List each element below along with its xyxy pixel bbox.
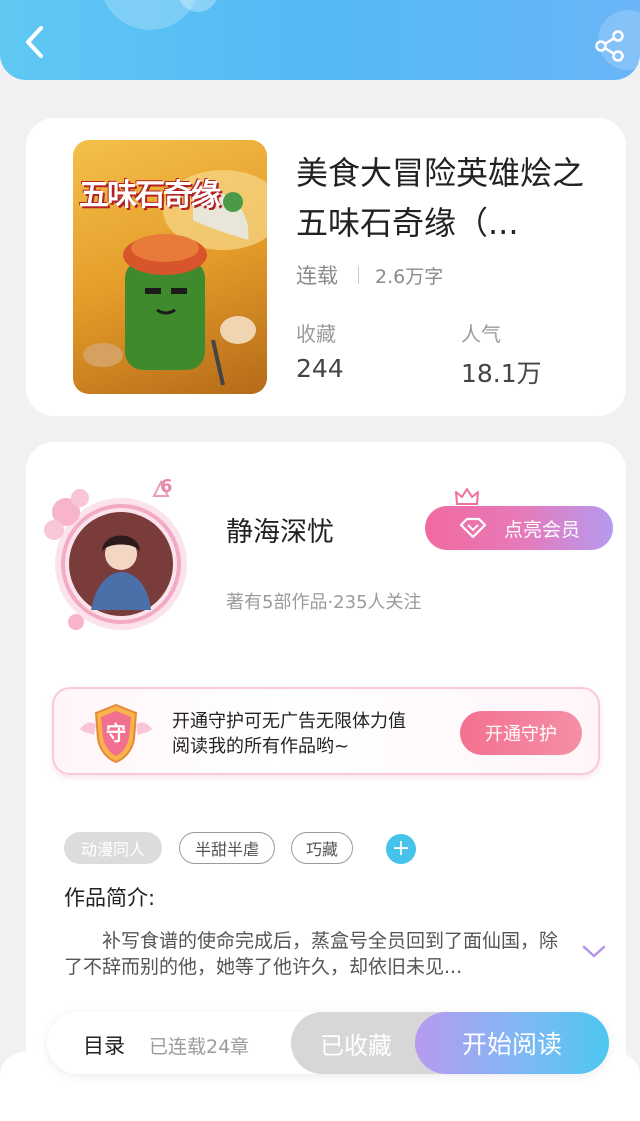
top-header [0,0,640,80]
divider [358,266,359,284]
guard-promo-text: 开通守护可无广告无限体力值 阅读我的所有作品哟~ [172,709,406,759]
author-name[interactable]: 静海深忧 [226,510,334,549]
share-icon [595,30,624,62]
share-button[interactable] [588,26,632,66]
book-info-card: 五味石奇缘 美食大冒险英雄烩之五味石奇缘（... 连载 2.6万字 收藏 244… [26,118,626,416]
favorites-count: 244 [296,354,344,383]
guard-promo-banner: 守 开通守护可无广告无限体力值 阅读我的所有作品哟~ 开通守护 [52,687,600,775]
back-button[interactable] [14,22,54,62]
cover-title-text: 五味石奇缘 [79,178,221,213]
collected-button-label: 已收藏 [320,1031,392,1060]
synopsis-text: 补写食谱的使命完成后，蒸盒号全员回到了面仙国，除了不辞而别的他，她等了他许久，却… [64,930,559,978]
chevron-down-icon[interactable] [582,945,606,959]
light-up-vip-button[interactable]: 点亮会员 [425,506,613,550]
book-title: 美食大冒险英雄烩之五味石奇缘（... [296,154,585,242]
chapter-count[interactable]: 已连载24章 [149,1032,249,1059]
popularity-count: 18.1万 [461,359,542,388]
serial-status: 连载 [296,264,338,288]
author-card: 6 静海深忧 著有5部作品·235人关注 点亮会员 守 开通守护可无广告无限体力… [26,442,626,1082]
book-status-row: 连载 2.6万字 [296,260,443,290]
author-level-badge: 6 [160,476,173,497]
popularity-label: 人气 [461,322,501,346]
author-meta: 著有5部作品·235人关注 [226,592,422,613]
start-reading-button[interactable]: 开始阅读 [415,1012,609,1074]
bottom-action-bar: 目录 已连载24章 已收藏 开始阅读 [47,1012,609,1074]
author-avatar[interactable]: 6 [36,472,206,642]
guard-text-line2: 阅读我的所有作品哟~ [172,736,350,757]
open-guard-button[interactable]: 开通守护 [460,711,582,755]
crown-icon [455,488,479,505]
tag-chip[interactable]: 半甜半虐 [179,832,275,864]
diamond-icon [459,517,487,539]
tag-chip[interactable]: 巧藏 [291,832,353,864]
word-count: 2.6万字 [375,265,444,288]
add-tag-button[interactable]: + [386,834,416,864]
chevron-left-icon [26,26,43,58]
synopsis-label: 作品简介: [64,886,156,910]
avatar-frame [44,479,187,630]
guard-text-line1: 开通守护可无广告无限体力值 [172,711,406,732]
guard-badge-text: 守 [106,721,126,745]
table-of-contents-button[interactable]: 目录 [83,1030,125,1060]
favorites-label: 收藏 [296,322,336,346]
vip-button-label: 点亮会员 [503,518,580,541]
tag-chip[interactable]: 动漫同人 [64,832,162,864]
book-cover-image[interactable]: 五味石奇缘 [73,140,267,394]
